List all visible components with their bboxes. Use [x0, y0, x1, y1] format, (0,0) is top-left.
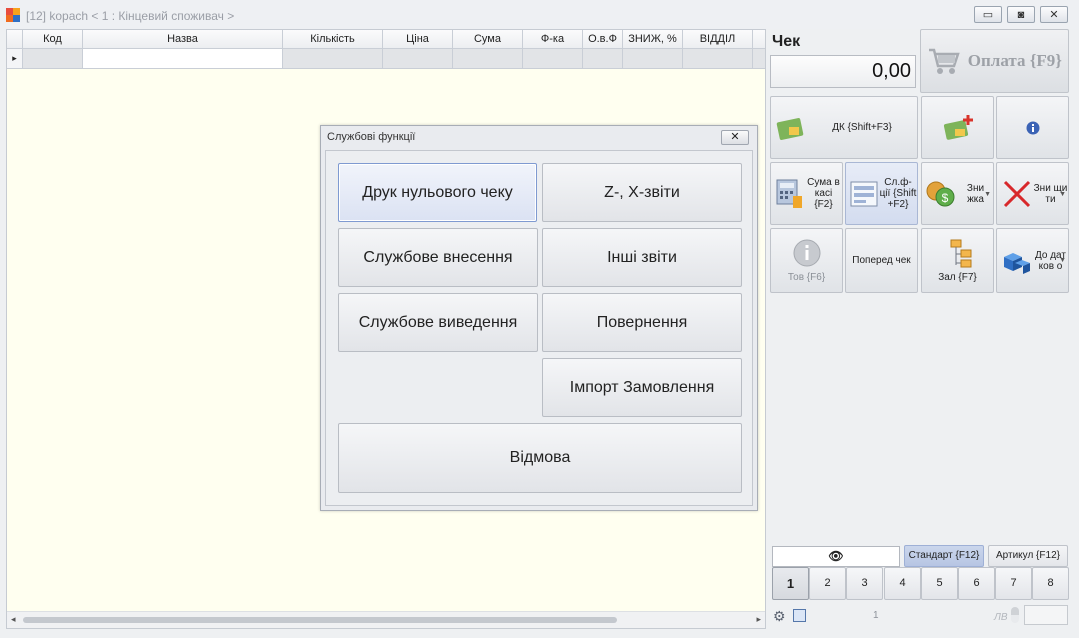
column-header-code[interactable]: Код — [23, 30, 83, 48]
table-row[interactable]: ▸ — [7, 49, 765, 69]
info-icon — [1026, 121, 1039, 134]
page-8-button[interactable]: 8 — [1032, 567, 1069, 600]
import-order-button[interactable]: Імпорт Замовлення — [542, 358, 742, 417]
right-panel: Чек 0,00 Оплата {F9} ДК {Shift+F3} Сума … — [766, 29, 1079, 638]
column-header-name[interactable]: Назва — [83, 30, 283, 48]
scrollbar-thumb[interactable] — [23, 617, 617, 623]
column-header-department[interactable]: ВІДДІЛ — [683, 30, 753, 48]
page-3-button[interactable]: 3 — [846, 567, 883, 600]
column-header-fka[interactable]: Ф-ка — [523, 30, 583, 48]
z-x-reports-button[interactable]: Z-, X-звіти — [542, 163, 742, 222]
calculator-small-icon[interactable] — [793, 609, 806, 622]
grid-header: Код Назва Кількість Ціна Сума Ф-ка О.в.Ф… — [7, 30, 765, 49]
column-header-quantity[interactable]: Кількість — [283, 30, 383, 48]
calculator-icon — [776, 179, 802, 208]
other-reports-button[interactable]: Інші звіти — [542, 228, 742, 287]
status-page: 1 — [873, 610, 879, 621]
discount-button[interactable]: $ Зни жка ▼ — [921, 162, 994, 225]
service-deposit-button[interactable]: Службове внесення — [338, 228, 538, 287]
service-functions-button[interactable]: Сл.ф-ції {Shift +F2} — [845, 162, 918, 225]
column-header-sum[interactable]: Сума — [453, 30, 523, 48]
previous-check-label: Поперед чек — [852, 255, 911, 266]
page-5-button[interactable]: 5 — [921, 567, 958, 600]
destroy-button[interactable]: Зни щи ти ▼ — [996, 162, 1069, 225]
dk-button[interactable]: ДК {Shift+F3} — [770, 96, 918, 159]
chevron-down-icon: ▼ — [984, 191, 991, 198]
cube-icon — [1004, 252, 1030, 274]
dialog-body: Друк нульового чеку Z-, X-звіти Службове… — [325, 150, 753, 506]
close-icon: ✕ — [1049, 9, 1059, 21]
service-functions-dialog: Службові функції ✕ Друк нульового чеку Z… — [320, 125, 758, 511]
print-zero-check-button[interactable]: Друк нульового чеку — [338, 163, 537, 222]
minimize-button[interactable]: ▭ — [974, 6, 1002, 23]
pay-label: Оплата {F9} — [967, 51, 1062, 70]
dk-label: ДК {Shift+F3} — [832, 122, 892, 133]
product-button[interactable]: Тов {F6} — [770, 228, 843, 293]
form-icon — [850, 181, 878, 206]
article-mode-button[interactable]: Артикул {F12} — [988, 545, 1068, 567]
status-toggle[interactable] — [1011, 607, 1019, 623]
cart-icon — [929, 48, 960, 74]
pay-button[interactable]: Оплата {F9} — [920, 29, 1069, 93]
column-header-price[interactable]: Ціна — [383, 30, 453, 48]
add-card-button[interactable] — [921, 96, 994, 159]
binoculars-icon: 👁 — [828, 549, 844, 563]
hall-label: Зал {F7} — [938, 272, 977, 283]
product-label: Тов {F6} — [787, 272, 826, 283]
return-button[interactable]: Повернення — [542, 293, 742, 352]
coins-icon: $ — [926, 181, 955, 206]
search-input[interactable]: 👁 — [772, 546, 900, 567]
info-disabled-icon — [793, 239, 820, 267]
tree-icon — [950, 239, 971, 268]
close-button[interactable]: ✕ — [1040, 6, 1068, 23]
status-field — [1024, 605, 1068, 625]
service-withdrawal-button[interactable]: Службове виведення — [338, 293, 538, 352]
page-1-button[interactable]: 1 — [772, 567, 809, 600]
dialog-close-button[interactable]: ✕ — [721, 130, 749, 145]
standard-mode-button[interactable]: Стандарт {F12} — [904, 545, 984, 567]
cash-sum-label: Сума в касі {F2} — [807, 177, 840, 210]
page-6-button[interactable]: 6 — [958, 567, 995, 600]
info-button[interactable] — [996, 96, 1069, 159]
delete-icon — [1003, 180, 1031, 207]
status-lv: ЛВ — [994, 612, 1008, 623]
cancel-button[interactable]: Відмова — [338, 423, 742, 493]
receipt-total: 0,00 — [770, 55, 916, 88]
name-cell-input[interactable] — [83, 49, 283, 68]
card-add-icon — [943, 114, 973, 140]
restore-button[interactable]: ◙ — [1007, 6, 1035, 23]
close-icon: ✕ — [730, 131, 740, 143]
horizontal-scrollbar[interactable]: ◂ ▸ — [7, 611, 765, 628]
service-functions-label: Сл.ф-ції {Shift +F2} — [879, 177, 917, 210]
card-icon — [776, 117, 804, 140]
row-indicator-header — [7, 30, 23, 48]
page-4-button[interactable]: 4 — [884, 567, 921, 600]
restore-icon: ◙ — [1017, 8, 1025, 21]
dialog-title: Службові функції — [327, 131, 416, 143]
page-7-button[interactable]: 7 — [995, 567, 1032, 600]
previous-check-button[interactable]: Поперед чек — [845, 228, 918, 293]
cash-sum-button[interactable]: Сума в касі {F2} — [770, 162, 843, 225]
minimize-icon: ▭ — [982, 9, 994, 21]
additional-button[interactable]: До дат ков о ▼ — [996, 228, 1069, 293]
column-header-discount[interactable]: ЗНИЖ, % — [623, 30, 683, 48]
scroll-left-icon[interactable]: ◂ — [11, 614, 16, 625]
window-title: [12] kopach < 1 : Кінцевий споживач > — [26, 9, 235, 23]
hall-button[interactable]: Зал {F7} — [921, 228, 994, 293]
chevron-down-icon: ▼ — [1059, 191, 1066, 198]
receipt-label: Чек — [772, 33, 801, 50]
title-bar: [12] kopach < 1 : Кінцевий споживач > ▭ … — [0, 0, 1079, 30]
chevron-down-icon: ▼ — [1059, 257, 1066, 264]
column-header-ovf[interactable]: О.в.Ф — [583, 30, 623, 48]
svg-text:$: $ — [942, 191, 949, 205]
scroll-right-icon[interactable]: ▸ — [756, 614, 761, 625]
app-logo-icon — [6, 8, 20, 22]
row-marker-icon: ▸ — [7, 49, 23, 68]
page-2-button[interactable]: 2 — [809, 567, 846, 600]
gear-icon[interactable]: ⚙ — [773, 608, 786, 625]
